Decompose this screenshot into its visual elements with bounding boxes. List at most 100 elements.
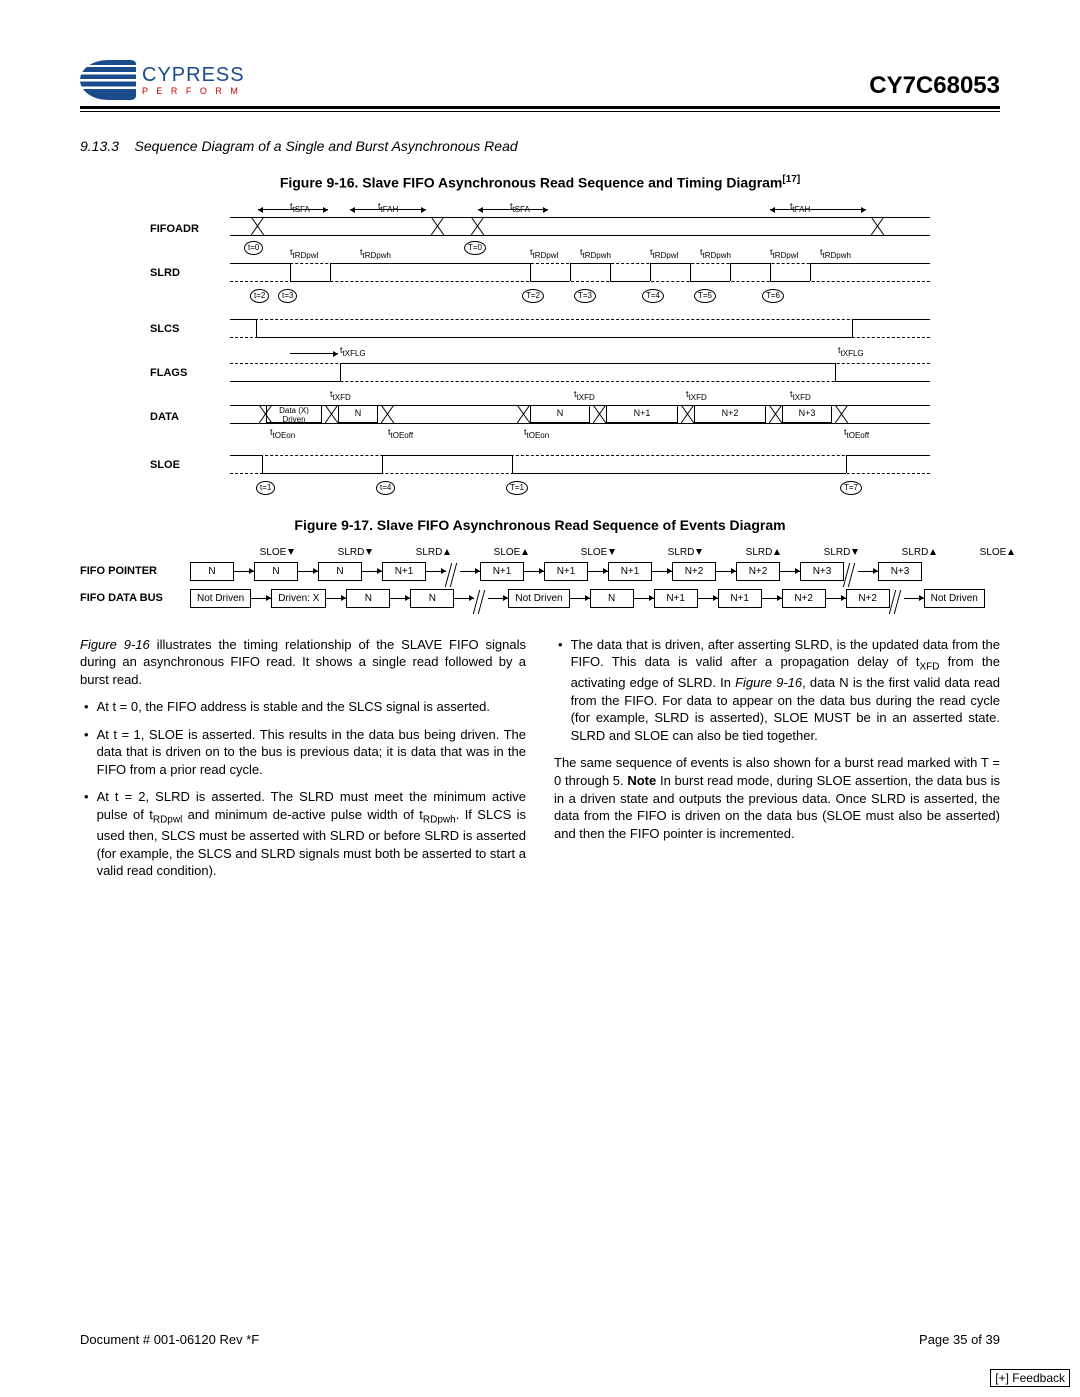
seq-event: SLRD — [724, 547, 802, 558]
header-rule — [80, 111, 1000, 112]
arrow-right-icon — [326, 598, 346, 599]
globe-icon — [80, 60, 136, 100]
arrow-right-icon — [362, 571, 382, 572]
seq-cell: N+1 — [654, 589, 698, 608]
arrow-right-icon — [780, 571, 800, 572]
arrow-down-icon — [288, 549, 294, 555]
data-n3: N+3 — [782, 405, 832, 423]
bullet-4: The data that is driven, after asserting… — [571, 636, 1000, 745]
figure-9-17-title: Figure 9-17. Slave FIFO Asynchronous Rea… — [80, 517, 1000, 533]
seq-cell: N — [410, 589, 454, 608]
seq-event: SLOE — [238, 547, 316, 558]
arrow-down-icon — [852, 549, 858, 555]
row-slrd: SLRD — [150, 249, 930, 305]
seq-cell: Not Driven — [508, 589, 569, 608]
arrow-right-icon — [570, 598, 590, 599]
data-n: N — [530, 405, 590, 423]
bullet-3: At t = 2, SLRD is asserted. The SLRD mus… — [97, 788, 526, 879]
seq-event: SLRD — [880, 547, 958, 558]
T6-marker: T=6 — [762, 289, 784, 303]
t3-marker: t=3 — [278, 289, 297, 303]
arrow-right-icon — [716, 571, 736, 572]
arrow-right-icon — [524, 571, 544, 572]
row-slcs: SLCS — [150, 305, 930, 349]
seq-row-label: FIFO DATA BUS — [80, 592, 190, 604]
page-number: Page 35 of 39 — [919, 1332, 1000, 1347]
body-text: Figure 9-16 illustrates the timing relat… — [80, 636, 1000, 890]
t1-marker: t=1 — [256, 481, 275, 495]
label-slrd: SLRD — [150, 267, 220, 279]
seq-cell: N — [346, 589, 390, 608]
fig-ref-9-16: Figure 9-16 — [80, 637, 150, 652]
arrow-right-icon — [904, 598, 924, 599]
seq-cell: Not Driven — [924, 589, 985, 608]
page-footer: Document # 001-06120 Rev *F Page 35 of 3… — [80, 1332, 1000, 1347]
arrow-up-icon — [1008, 549, 1014, 555]
figure-ref: [17] — [782, 174, 800, 185]
bullet-2: At t = 1, SLOE is asserted. This results… — [97, 726, 526, 779]
seq-event: SLOE — [958, 547, 1036, 558]
cypress-logo: CYPRESS P E R F O R M — [80, 60, 245, 100]
T2-marker: T=2 — [522, 289, 544, 303]
seq-event: SLOE — [472, 547, 550, 558]
arrow-right-icon — [460, 571, 480, 572]
section-title: Sequence Diagram of a Single and Burst A… — [135, 138, 518, 154]
T7-marker: T=7 — [840, 481, 862, 495]
arrow-right-icon — [652, 571, 672, 572]
seq-cell: N+2 — [782, 589, 826, 608]
seq-event: SLRD — [316, 547, 394, 558]
data-n1: N+1 — [606, 405, 678, 423]
arrow-right-icon — [298, 571, 318, 572]
burst-paragraph: The same sequence of events is also show… — [554, 754, 1000, 842]
seq-cell: N+1 — [382, 562, 426, 581]
part-number: CY7C68053 — [869, 72, 1000, 100]
arrow-down-icon — [609, 549, 615, 555]
seq-event: SLRD — [394, 547, 472, 558]
timing-diagram: FIFOADR ttSFA ttFAH ttSFA ttFAH t=0 T=0 — [150, 205, 930, 493]
seq-cell: N+2 — [672, 562, 716, 581]
row-sloe: SLOE t=1 t=4 T=1 T=7 — [150, 441, 930, 493]
arrow-up-icon — [444, 549, 450, 555]
data-n2: N+2 — [694, 405, 766, 423]
data-n-single: N — [338, 405, 378, 423]
seq-row: FIFO POINTERNNNN+1N+1N+1N+1N+2N+2N+3N+3 — [80, 562, 1040, 581]
arrow-right-icon — [251, 598, 271, 599]
seq-event: SLRD — [646, 547, 724, 558]
arrow-down-icon — [696, 549, 702, 555]
T5-marker: T=5 — [694, 289, 716, 303]
doc-number: Document # 001-06120 Rev *F — [80, 1332, 259, 1347]
seq-cell: N — [254, 562, 298, 581]
feedback-button[interactable]: [+] Feedback — [990, 1369, 1070, 1387]
seq-header-events: SLOESLRDSLRDSLOESLOESLRDSLRDSLRDSLRDSLOE — [190, 547, 1040, 558]
row-fifoadr: FIFOADR ttSFA ttFAH ttSFA ttFAH t=0 T=0 — [150, 205, 930, 249]
row-data: DATA Data (X) Driven N N N+1 N+2 N+3 t — [150, 393, 930, 441]
arrow-down-icon — [366, 549, 372, 555]
seq-event: SLOE — [550, 547, 646, 558]
sequence-diagram: SLOESLRDSLRDSLOESLOESLRDSLRDSLRDSLRDSLOE… — [80, 547, 1040, 608]
label-fifoadr: FIFOADR — [150, 223, 220, 235]
seq-cell: N+1 — [480, 562, 524, 581]
seq-cell: N — [590, 589, 634, 608]
section-number: 9.13.3 — [80, 138, 119, 154]
seq-event: SLRD — [802, 547, 880, 558]
T3-marker: T=3 — [574, 289, 596, 303]
seq-cell: N+1 — [718, 589, 762, 608]
arrow-right-icon — [488, 598, 508, 599]
seq-cell: N — [190, 562, 234, 581]
arrow-right-icon — [454, 598, 474, 599]
t2-marker: t=2 — [250, 289, 269, 303]
data-driven-x: Data (X) Driven — [266, 405, 322, 423]
page-header: CYPRESS P E R F O R M CY7C68053 — [80, 60, 1000, 109]
seq-cell: N+3 — [800, 562, 844, 581]
label-sloe: SLOE — [150, 459, 220, 471]
label-data: DATA — [150, 411, 220, 423]
row-flags: FLAGS ttXFLG ttXFLG — [150, 349, 930, 393]
seq-cell: N+1 — [608, 562, 652, 581]
seq-cell: N+2 — [736, 562, 780, 581]
figure-9-16-title: Figure 9-16. Slave FIFO Asynchronous Rea… — [80, 174, 1000, 191]
seq-row: FIFO DATA BUSNot DrivenDriven: XNNNot Dr… — [80, 589, 1040, 608]
logo-tagline: P E R F O R M — [142, 87, 245, 96]
section-heading: 9.13.3 Sequence Diagram of a Single and … — [80, 138, 1000, 154]
arrow-right-icon — [390, 598, 410, 599]
seq-cell: N — [318, 562, 362, 581]
